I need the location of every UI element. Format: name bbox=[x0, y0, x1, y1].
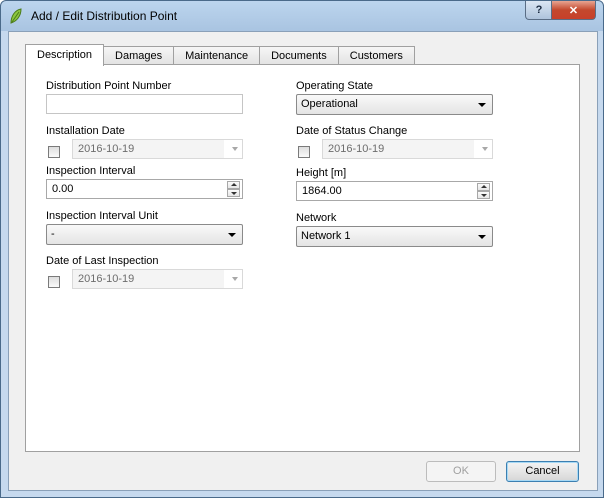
title-bar[interactable]: Add / Edit Distribution Point ? ✕ bbox=[1, 1, 603, 31]
chevron-down-icon bbox=[478, 103, 486, 107]
last-inspection-date-checkbox[interactable] bbox=[48, 276, 60, 288]
last-inspection-date-picker[interactable]: 2016-10-19 bbox=[72, 269, 243, 289]
spin-up-icon[interactable] bbox=[477, 183, 490, 191]
dialog-client-area: Description Damages Maintenance Document… bbox=[8, 31, 598, 491]
close-icon: ✕ bbox=[568, 4, 579, 17]
network-value: Network 1 bbox=[301, 230, 351, 242]
tab-customers[interactable]: Customers bbox=[337, 46, 415, 65]
window-title: Add / Edit Distribution Point bbox=[31, 9, 178, 23]
spin-up-icon[interactable] bbox=[227, 181, 240, 189]
operating-state-select[interactable]: Operational bbox=[296, 94, 493, 115]
chevron-down-icon bbox=[482, 147, 488, 151]
status-change-date-picker[interactable]: 2016-10-19 bbox=[322, 139, 493, 159]
installation-date-value: 2016-10-19 bbox=[78, 143, 135, 155]
ok-button[interactable]: OK bbox=[426, 461, 496, 482]
chevron-down-icon bbox=[478, 235, 486, 239]
inspection-interval-unit-select[interactable]: - bbox=[46, 224, 243, 245]
installation-date-checkbox[interactable] bbox=[48, 146, 60, 158]
tab-description[interactable]: Description bbox=[25, 44, 105, 66]
status-change-date-label: Date of Status Change bbox=[296, 125, 408, 137]
dp-number-input[interactable] bbox=[46, 94, 243, 114]
tab-maintenance[interactable]: Maintenance bbox=[173, 46, 261, 65]
inspection-interval-value: 0.00 bbox=[52, 183, 74, 195]
inspection-interval-spinner bbox=[227, 181, 240, 197]
operating-state-label: Operating State bbox=[296, 80, 374, 92]
installation-date-picker[interactable]: 2016-10-19 bbox=[72, 139, 243, 159]
height-spinbox[interactable]: 1864.00 bbox=[296, 181, 493, 201]
dialog-window: Add / Edit Distribution Point ? ✕ Descri… bbox=[0, 0, 604, 498]
height-spinner bbox=[477, 183, 490, 199]
qgis-leaf-icon bbox=[10, 8, 22, 24]
close-button[interactable]: ✕ bbox=[551, 1, 596, 20]
help-icon: ? bbox=[535, 4, 543, 16]
tab-bar: Description Damages Maintenance Document… bbox=[25, 44, 415, 66]
chevron-down-icon bbox=[228, 233, 236, 237]
last-inspection-date-label: Date of Last Inspection bbox=[46, 255, 159, 267]
status-change-date-checkbox[interactable] bbox=[298, 146, 310, 158]
tab-damages[interactable]: Damages bbox=[103, 46, 175, 65]
network-label: Network bbox=[296, 212, 337, 224]
inspection-interval-unit-value: - bbox=[51, 228, 55, 240]
tab-documents[interactable]: Documents bbox=[259, 46, 339, 65]
inspection-interval-spinbox[interactable]: 0.00 bbox=[46, 179, 243, 199]
last-inspection-date-value: 2016-10-19 bbox=[78, 273, 135, 285]
installation-date-label: Installation Date bbox=[46, 125, 125, 137]
status-change-date-value: 2016-10-19 bbox=[328, 143, 385, 155]
network-select[interactable]: Network 1 bbox=[296, 226, 493, 247]
height-label: Height [m] bbox=[296, 167, 347, 179]
help-button[interactable]: ? bbox=[525, 1, 553, 20]
chevron-down-icon bbox=[232, 277, 238, 281]
inspection-interval-unit-label: Inspection Interval Unit bbox=[46, 210, 158, 222]
spin-down-icon[interactable] bbox=[477, 191, 490, 199]
operating-state-value: Operational bbox=[301, 98, 358, 110]
chevron-down-icon bbox=[232, 147, 238, 151]
cancel-button[interactable]: Cancel bbox=[506, 461, 579, 482]
height-value: 1864.00 bbox=[302, 185, 342, 197]
dp-number-label: Distribution Point Number bbox=[46, 80, 172, 92]
description-panel: Distribution Point Number Installation D… bbox=[25, 64, 580, 452]
spin-down-icon[interactable] bbox=[227, 189, 240, 197]
inspection-interval-label: Inspection Interval bbox=[46, 165, 136, 177]
